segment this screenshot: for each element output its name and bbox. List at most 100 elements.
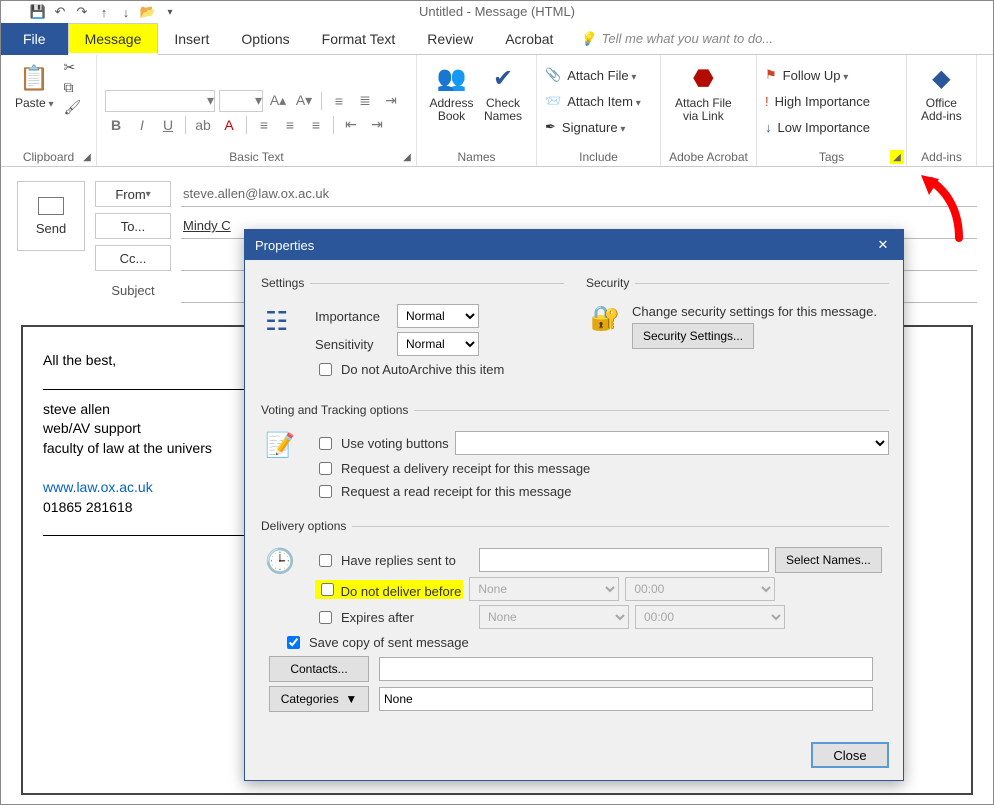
cc-button[interactable]: Cc...: [95, 245, 171, 271]
dialog-close-icon[interactable]: ✕: [873, 235, 893, 255]
signature-button[interactable]: ✒Signature: [545, 115, 625, 139]
group-include: Include: [537, 150, 660, 164]
tab-acrobat[interactable]: Acrobat: [489, 23, 569, 55]
read-receipt-checkbox[interactable]: [319, 485, 332, 498]
tell-me[interactable]: 💡 Tell me what you want to do...: [579, 31, 773, 47]
group-addins: Add-ins: [907, 150, 976, 164]
copy-icon[interactable]: ⧉: [64, 79, 82, 97]
align-center-icon[interactable]: ≡: [279, 114, 301, 136]
envelope-icon: [38, 197, 64, 215]
bullets-icon[interactable]: ≡: [328, 90, 350, 112]
font-size-box[interactable]: ▾: [219, 90, 263, 112]
font-box[interactable]: ▾: [105, 90, 215, 112]
flag-icon: ⚑: [765, 67, 777, 83]
outdent-icon[interactable]: ⇤: [340, 114, 362, 136]
save-icon[interactable]: 💾: [29, 3, 47, 21]
categories-input[interactable]: [379, 687, 873, 711]
follow-up-button[interactable]: ⚑Follow Up: [765, 63, 848, 87]
sig-link[interactable]: www.law.ox.ac.uk: [43, 479, 153, 495]
adobe-icon: ⬣: [686, 61, 720, 95]
bold-icon[interactable]: B: [105, 114, 127, 136]
tab-message[interactable]: Message: [68, 23, 159, 55]
do-not-deliver-checkbox[interactable]: [321, 583, 334, 596]
basictext-launcher[interactable]: ◢: [400, 150, 414, 164]
group-tags: Tags: [757, 150, 906, 164]
highlight-icon[interactable]: ab: [192, 114, 214, 136]
voting-icon: 📝: [265, 431, 295, 460]
voting-checkbox[interactable]: [319, 437, 332, 450]
subject-label: Subject: [95, 277, 171, 303]
undo-icon[interactable]: ↶: [51, 3, 69, 21]
from-field[interactable]: steve.allen@law.ox.ac.uk: [181, 181, 977, 207]
low-importance-button[interactable]: ↓Low Importance: [765, 115, 870, 139]
to-button[interactable]: To...: [95, 213, 171, 239]
align-right-icon[interactable]: ≡: [305, 114, 327, 136]
paste-button[interactable]: 📋 Paste: [9, 59, 60, 112]
from-button[interactable]: From: [95, 181, 171, 207]
tab-file[interactable]: File: [1, 23, 68, 55]
close-button[interactable]: Close: [811, 742, 889, 768]
high-importance-button[interactable]: !High Importance: [765, 89, 870, 113]
select-names-button[interactable]: Select Names...: [775, 547, 882, 573]
save-copy-checkbox[interactable]: [287, 636, 300, 649]
delivery-receipt-checkbox[interactable]: [319, 462, 332, 475]
sensitivity-select[interactable]: Normal: [397, 332, 479, 356]
voting-select[interactable]: [455, 431, 889, 455]
tags-launcher[interactable]: ◢: [890, 150, 904, 164]
sensitivity-label: Sensitivity: [315, 337, 387, 352]
tab-format-text[interactable]: Format Text: [306, 23, 412, 55]
address-book-icon: 👥: [435, 61, 469, 95]
redo-icon[interactable]: ↷: [73, 3, 91, 21]
importance-select[interactable]: Normal: [397, 304, 479, 328]
attach-file-button[interactable]: 📎Attach File: [545, 63, 636, 87]
grow-font-icon[interactable]: A▴: [267, 90, 289, 112]
security-text: Change security settings for this messag…: [632, 304, 877, 319]
group-basic-text: Basic Text: [97, 150, 416, 164]
autoarchive-checkbox[interactable]: [319, 363, 332, 376]
attach-item-button[interactable]: 📨Attach Item: [545, 89, 641, 113]
font-color-icon[interactable]: A: [218, 114, 240, 136]
security-settings-button[interactable]: Security Settings...: [632, 323, 754, 349]
contacts-button[interactable]: Contacts...: [269, 656, 369, 682]
office-addins-button[interactable]: ◆ Office Add-ins: [915, 59, 968, 125]
qat-more-icon[interactable]: ▾: [161, 3, 179, 21]
tab-review[interactable]: Review: [411, 23, 489, 55]
down-icon[interactable]: ↓: [117, 3, 135, 21]
italic-icon[interactable]: I: [131, 114, 153, 136]
read-receipt-label: Request a read receipt for this message: [341, 484, 572, 499]
tab-insert[interactable]: Insert: [158, 23, 225, 55]
send-button[interactable]: Send: [17, 181, 85, 251]
settings-icon: ☷: [265, 306, 288, 337]
voting-legend: Voting and Tracking options: [259, 403, 414, 417]
numbering-icon[interactable]: ≣: [354, 90, 376, 112]
have-replies-input[interactable]: [479, 548, 769, 572]
have-replies-checkbox[interactable]: [319, 554, 332, 567]
open-icon[interactable]: 📂: [139, 3, 157, 21]
expires-checkbox[interactable]: [319, 611, 332, 624]
paste-icon: 📋: [17, 61, 51, 95]
categories-button[interactable]: Categories ▼: [269, 686, 369, 712]
high-importance-icon: !: [765, 94, 769, 109]
check-names-icon: ✔: [486, 61, 520, 95]
address-book-button[interactable]: 👥 Address Book: [425, 59, 478, 125]
delivery-legend: Delivery options: [259, 519, 352, 533]
cut-icon[interactable]: ✂: [64, 59, 82, 77]
indent-icon[interactable]: ⇥: [380, 90, 402, 112]
tab-options[interactable]: Options: [225, 23, 305, 55]
security-icon: 🔐: [590, 304, 620, 333]
security-legend: Security: [584, 276, 635, 290]
expires-time-select: 00:00: [635, 605, 785, 629]
underline-icon[interactable]: U: [157, 114, 179, 136]
shrink-font-icon[interactable]: A▾: [293, 90, 315, 112]
contacts-input[interactable]: [379, 657, 873, 681]
settings-legend: Settings: [259, 276, 310, 290]
dialog-title: Properties: [255, 238, 314, 253]
check-names-button[interactable]: ✔ Check Names: [478, 59, 528, 125]
up-icon[interactable]: ↑: [95, 3, 113, 21]
indent2-icon[interactable]: ⇥: [366, 114, 388, 136]
voting-label: Use voting buttons: [341, 436, 449, 451]
adobe-attach-button[interactable]: ⬣ Attach File via Link: [669, 59, 738, 125]
format-painter-icon[interactable]: 🖌: [64, 99, 82, 117]
align-left-icon[interactable]: ≡: [253, 114, 275, 136]
clipboard-launcher[interactable]: ◢: [80, 150, 94, 164]
